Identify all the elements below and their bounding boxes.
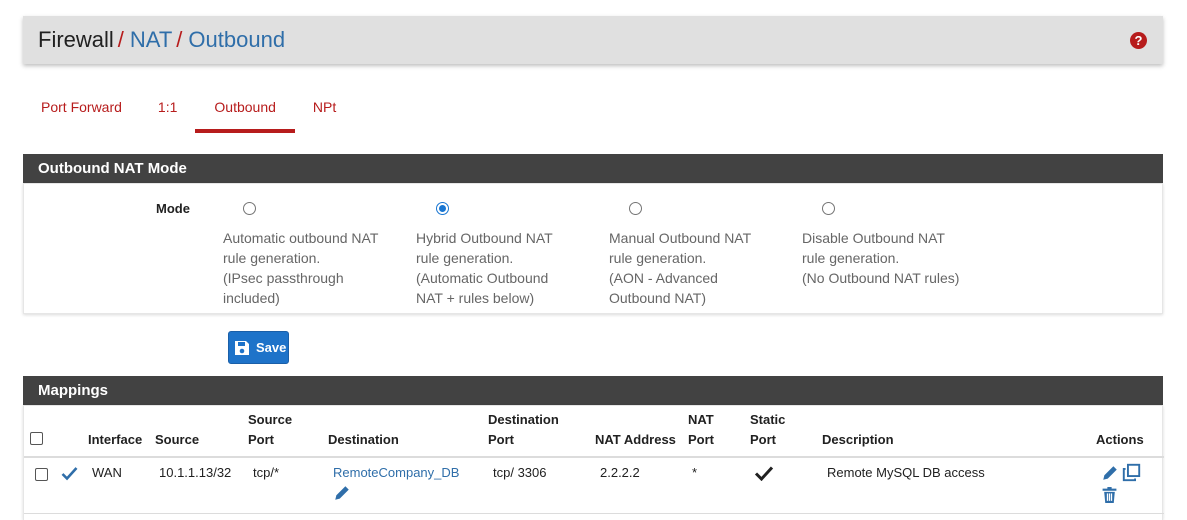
header-destination: Destination (328, 432, 399, 447)
breadcrumb: Firewall / NAT / Outbound ? (23, 16, 1163, 64)
mode-option-disable[interactable]: Disable Outbound NAT rule generation. (N… (802, 202, 1002, 288)
row-source-port: tcp/* (253, 465, 280, 480)
mode-panel-title: Outbound NAT Mode (23, 154, 1163, 183)
mappings-panel-title: Mappings (23, 376, 1163, 405)
row-select-checkbox[interactable] (35, 468, 48, 481)
row-interface: WAN (92, 465, 122, 480)
header-separator (24, 456, 1164, 458)
header-source-port: Source Port (248, 412, 293, 447)
radio-hybrid[interactable] (436, 202, 449, 215)
breadcrumb-separator: / (117, 27, 124, 52)
floppy-disk-icon (235, 340, 249, 355)
header-destination-port: Destination Port (488, 412, 559, 447)
mode-option-automatic[interactable]: Automatic outbound NAT rule generation. … (223, 202, 403, 308)
save-button[interactable]: Save (228, 331, 289, 364)
header-actions: Actions (1096, 432, 1144, 447)
mode-label: Mode (156, 201, 190, 216)
header-interface: Interface (88, 432, 143, 447)
breadcrumb-separator: / (176, 27, 183, 52)
tab-npt[interactable]: NPt (295, 90, 354, 133)
nat-tabs: Port Forward 1:1 Outbound NPt (23, 90, 354, 133)
mode-option-text: Hybrid Outbound NAT rule generation. (Au… (416, 230, 553, 306)
breadcrumb-firewall: Firewall (38, 27, 114, 52)
row-destination-link[interactable]: RemoteCompany_DB (333, 463, 459, 483)
pencil-icon[interactable] (333, 484, 351, 502)
tab-one-to-one[interactable]: 1:1 (140, 90, 195, 133)
row-nat-port: * (692, 465, 698, 480)
save-label: Save (256, 340, 287, 355)
header-static-port: Static Port (750, 412, 786, 447)
header-nat-port: NAT Port (688, 412, 714, 447)
select-all-checkbox[interactable] (30, 432, 43, 445)
header-source: Source (155, 432, 200, 447)
mode-panel: Mode Automatic outbound NAT rule generat… (23, 183, 1163, 314)
tab-outbound[interactable]: Outbound (195, 90, 295, 133)
row-description: Remote MySQL DB access (827, 465, 985, 480)
mode-option-manual[interactable]: Manual Outbound NAT rule generation. (AO… (609, 202, 789, 308)
checkmark-icon (754, 466, 774, 481)
header-nat-address: NAT Address (595, 432, 676, 447)
mode-option-text: Automatic outbound NAT rule generation. … (223, 230, 379, 306)
breadcrumb-outbound[interactable]: Outbound (188, 27, 285, 53)
breadcrumb-nat[interactable]: NAT (130, 27, 172, 53)
header-description: Description (822, 432, 894, 447)
copy-icon[interactable] (1122, 463, 1141, 482)
question-circle-icon[interactable]: ? (1130, 32, 1147, 49)
row-separator (24, 513, 1164, 514)
radio-disable[interactable] (822, 202, 835, 215)
mode-option-text: Manual Outbound NAT rule generation. (AO… (609, 230, 752, 306)
mappings-table: Interface Source Source Port Destination … (23, 405, 1164, 520)
check-icon[interactable] (61, 466, 78, 481)
mode-option-hybrid[interactable]: Hybrid Outbound NAT rule generation. (Au… (416, 202, 596, 308)
trash-icon[interactable] (1101, 486, 1118, 504)
radio-manual[interactable] (629, 202, 642, 215)
tab-port-forward[interactable]: Port Forward (23, 90, 140, 133)
radio-automatic[interactable] (243, 202, 256, 215)
row-nat-address: 2.2.2.2 (600, 465, 640, 480)
row-destination-port: tcp/ 3306 (493, 465, 547, 480)
mode-option-text: Disable Outbound NAT rule generation. (N… (802, 230, 960, 286)
edit-icon[interactable] (1101, 464, 1119, 482)
row-source: 10.1.1.13/32 (159, 465, 232, 480)
